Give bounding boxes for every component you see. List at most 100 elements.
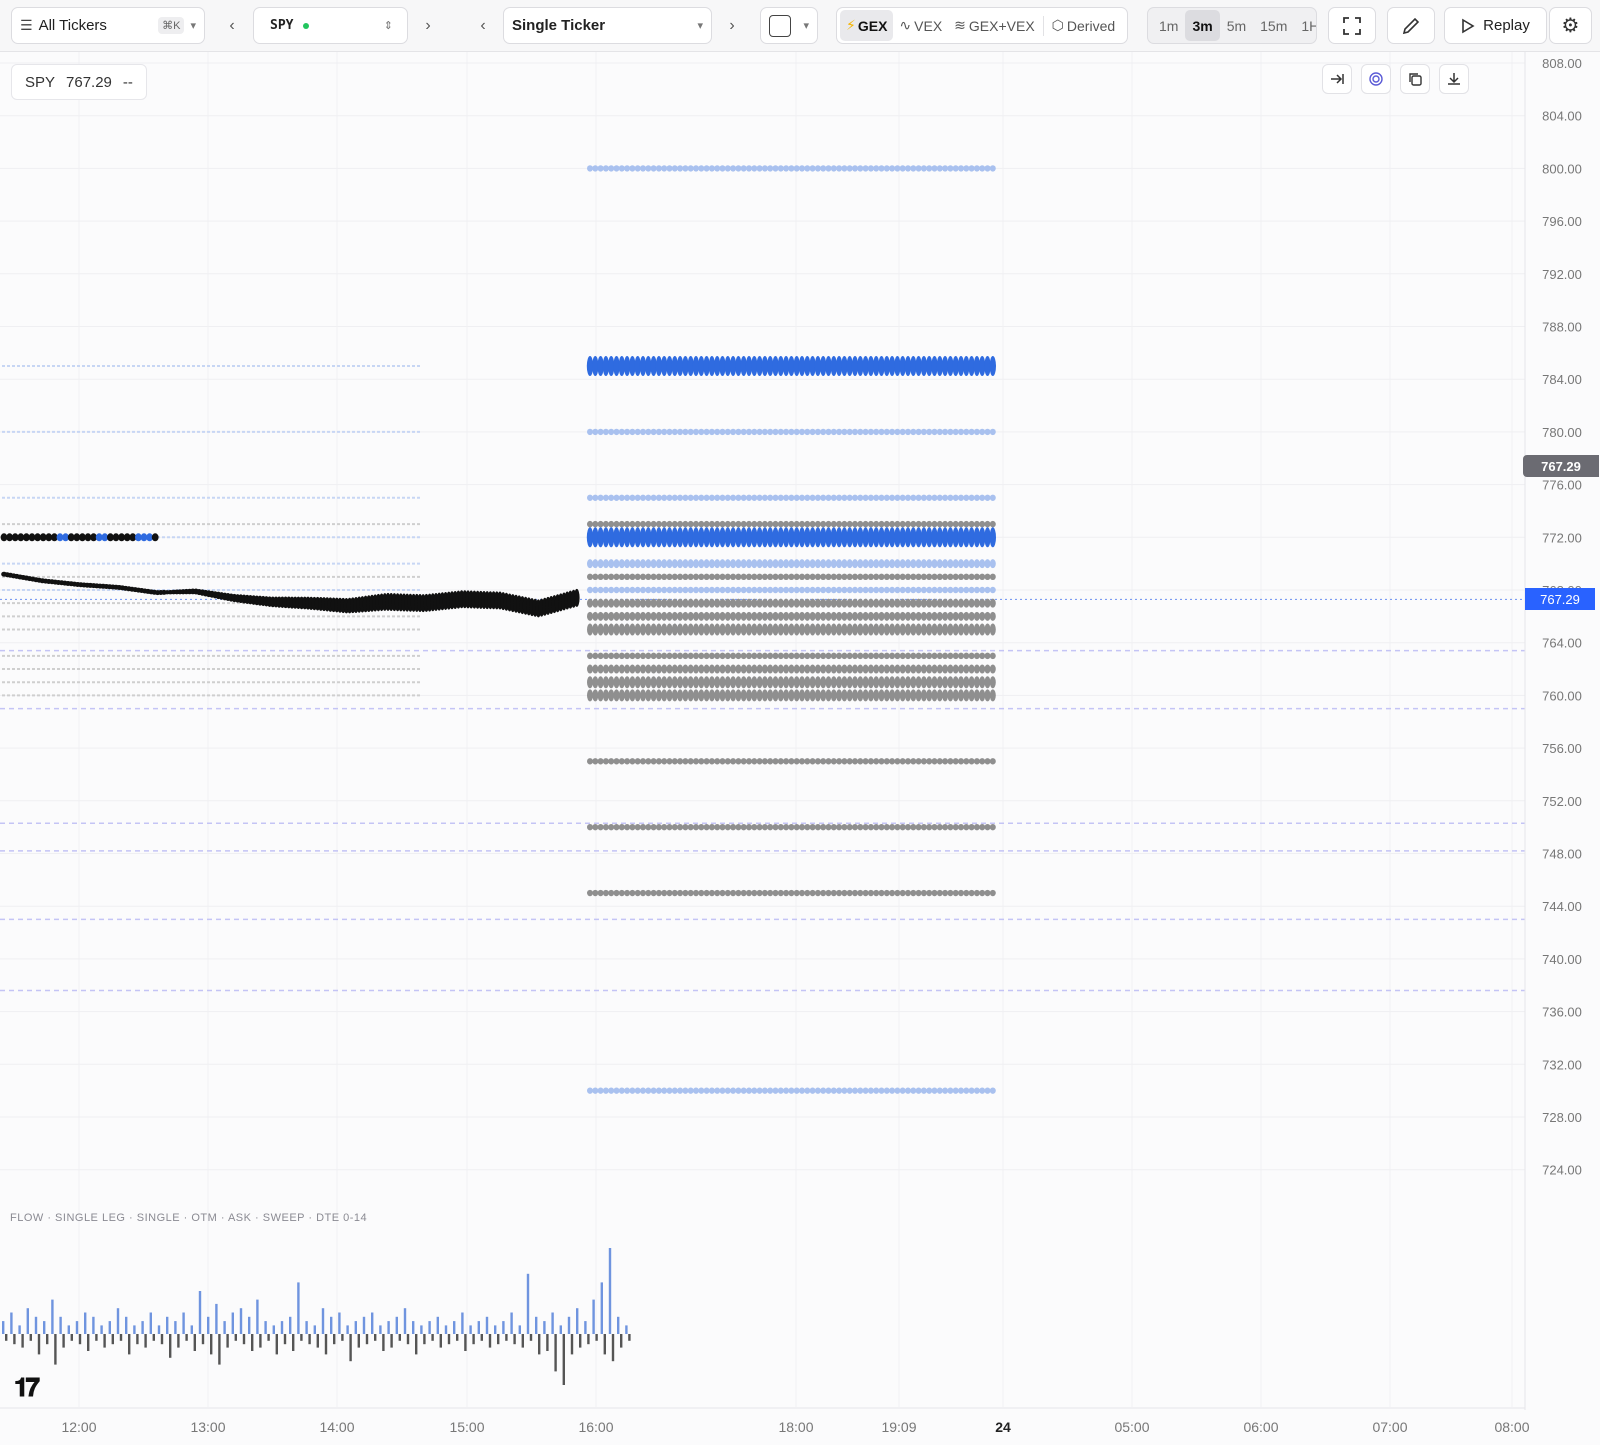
- gex-level-dot: [608, 1087, 615, 1094]
- timeframe-15m[interactable]: 15m: [1253, 10, 1294, 41]
- gex-level-dot: [751, 823, 758, 831]
- replay-button[interactable]: Replay: [1444, 7, 1547, 44]
- gex-level-dot: [894, 428, 901, 436]
- gex-level-dot: [592, 652, 599, 660]
- timeframe-1m[interactable]: 1m: [1152, 10, 1185, 41]
- gex-level-dot: [793, 611, 800, 621]
- fullscreen-button[interactable]: [1328, 7, 1376, 44]
- target-button[interactable]: [1361, 64, 1391, 94]
- gex-level-dot: [963, 520, 970, 528]
- timeframe-1h[interactable]: 1H: [1294, 10, 1316, 41]
- flow-call-bar: [59, 1316, 62, 1334]
- gex-level-dot: [788, 559, 795, 569]
- gex-chart[interactable]: 808.00804.00800.00796.00792.00788.00784.…: [0, 52, 1600, 1445]
- gex-level-dot: [936, 623, 943, 636]
- gex-level-dot: [730, 758, 737, 765]
- gex-level-dot: [899, 689, 906, 702]
- gex-level-dot: [963, 428, 970, 436]
- gex-level-dot: [645, 165, 652, 172]
- gex-level-dot: [682, 664, 689, 674]
- symbol-selector[interactable]: SPY ⇕: [253, 7, 408, 44]
- mode-vex-button[interactable]: ∿ VEX: [893, 10, 948, 41]
- timeframe-5m[interactable]: 5m: [1220, 10, 1253, 41]
- next-view-button[interactable]: ›: [720, 7, 744, 44]
- mode-gex-button[interactable]: ⚡ GEX: [840, 10, 894, 41]
- all-tickers-dropdown[interactable]: ☰ All Tickers ⌘K ▾: [11, 7, 205, 44]
- gex-level-dot: [602, 428, 609, 436]
- prev-ticker-button[interactable]: ‹: [220, 7, 244, 44]
- gex-level-dot: [682, 520, 689, 528]
- mode-gex-label: GEX: [857, 17, 888, 34]
- gex-level-dot: [634, 165, 641, 172]
- gex-level-dot: [640, 758, 646, 765]
- gex-level-dot: [783, 520, 790, 528]
- gex-level-dot: [820, 823, 827, 831]
- settings-button[interactable]: ⚙: [1549, 7, 1592, 44]
- gex-level-dot: [942, 165, 949, 172]
- gex-level-dot: [703, 689, 710, 702]
- gex-level-dot: [655, 889, 662, 897]
- next-ticker-button[interactable]: ›: [416, 7, 440, 44]
- gex-level-dot: [804, 676, 811, 689]
- gex-level-dot: [645, 1087, 652, 1094]
- gex-level-dot: [682, 823, 689, 831]
- gex-level-dot: [852, 676, 858, 689]
- gex-level-dot: [920, 586, 927, 594]
- gex-level-dot: [920, 573, 927, 581]
- gex-level-dot: [751, 664, 758, 674]
- gex-level-dot: [650, 664, 657, 674]
- gex-level-dot: [830, 1087, 837, 1094]
- gex-level-dot: [984, 573, 991, 581]
- gex-level-dot: [703, 520, 710, 528]
- gex-level-dot: [698, 758, 705, 765]
- flow-put-bar: [308, 1334, 311, 1345]
- gex-level-dot: [973, 586, 980, 594]
- gex-level-dot: [602, 823, 609, 831]
- download-button[interactable]: [1439, 64, 1469, 94]
- gex-level-dot: [799, 586, 805, 594]
- gex-level-dot: [899, 676, 906, 689]
- draw-button[interactable]: [1387, 7, 1435, 44]
- gex-level-dot: [714, 559, 721, 569]
- prev-view-button[interactable]: ‹: [471, 7, 495, 44]
- gex-level-dot: [947, 586, 954, 594]
- price-tick-label: 736.00: [1542, 1005, 1582, 1020]
- flow-call-bar: [18, 1325, 21, 1334]
- gex-level-dot: [883, 598, 890, 608]
- gex-level-dot: [772, 1087, 779, 1094]
- gex-level-dot: [894, 889, 901, 897]
- gex-level-dot: [730, 664, 737, 674]
- color-swatch-dropdown[interactable]: ▾: [760, 7, 818, 44]
- gex-level-dot: [873, 889, 880, 897]
- price-axis[interactable]: 808.00804.00800.00796.00792.00788.00784.…: [1524, 52, 1582, 1410]
- gex-level-dot: [730, 165, 737, 172]
- gex-level-dot: [602, 559, 609, 569]
- timeframe-3m[interactable]: 3m: [1185, 10, 1220, 41]
- gex-level-dot: [852, 1087, 858, 1094]
- copy-button[interactable]: [1400, 64, 1430, 94]
- gex-level-dot: [671, 165, 678, 172]
- view-mode-dropdown[interactable]: Single Ticker ▾: [503, 7, 712, 44]
- gex-level-dot: [836, 758, 843, 765]
- gex-level-dot: [852, 586, 858, 594]
- scroll-to-realtime-button[interactable]: [1322, 64, 1352, 94]
- gex-level-dot: [640, 664, 646, 674]
- gex-level-dot: [671, 586, 678, 594]
- gex-level-dot: [973, 520, 980, 528]
- gex-level-dot: [984, 664, 991, 674]
- flow-call-bar: [108, 1321, 111, 1334]
- gex-level-dot: [841, 586, 848, 594]
- gex-level-dot: [958, 494, 964, 501]
- gex-level-dot: [687, 676, 694, 689]
- gex-level-dot: [873, 758, 880, 765]
- gex-level-dot: [719, 664, 726, 674]
- time-axis[interactable]: 12:00 13:00 14:00 15:00 16:00 18:00 19:09 24 05:…: [0, 1407, 1530, 1435]
- gex-level-dot: [947, 494, 954, 501]
- gex-level-dot: [634, 494, 641, 501]
- mode-gexvex-button[interactable]: ≋ GEX+VEX: [948, 10, 1041, 41]
- gex-level-dot: [661, 598, 668, 608]
- mode-derived-button[interactable]: ⬡ Derived: [1046, 10, 1121, 41]
- gex-level-dot: [735, 428, 742, 436]
- gex-level-dot: [608, 428, 615, 436]
- gex-level-dot: [703, 652, 710, 660]
